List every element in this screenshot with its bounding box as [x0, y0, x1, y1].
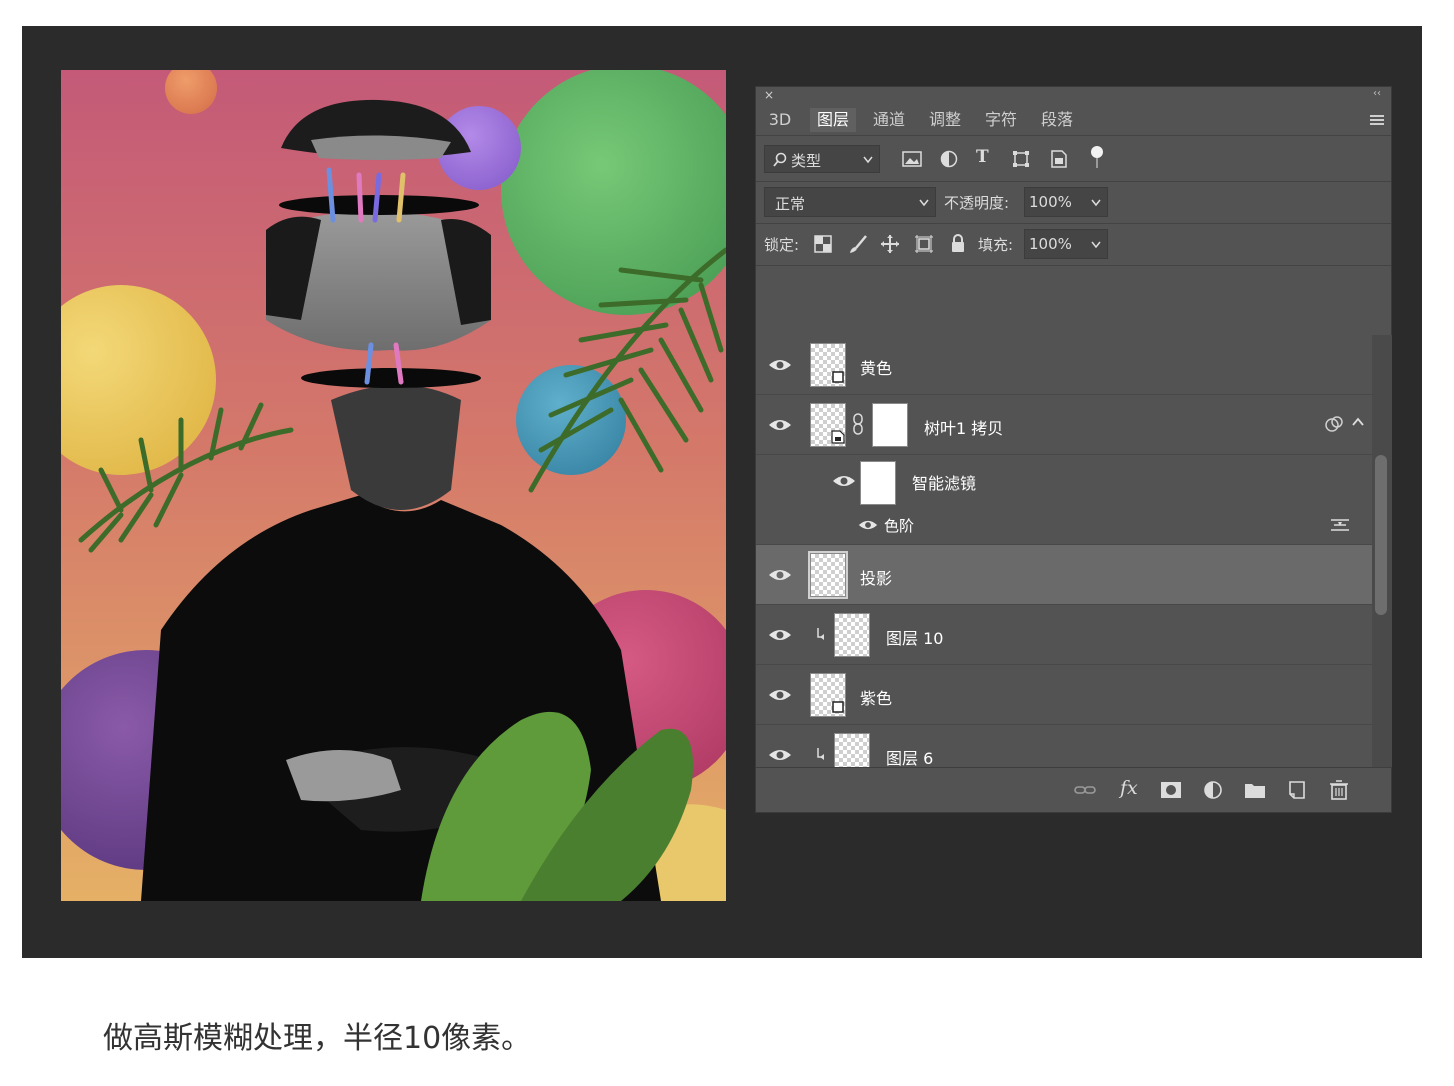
shape-filter-icon[interactable] [1012, 150, 1030, 168]
tab-paragraph[interactable]: 段落 [1034, 108, 1080, 132]
adjustment-layer-icon[interactable] [1202, 780, 1224, 800]
layer-row-shadow[interactable]: 投影 [756, 545, 1372, 605]
tab-3d[interactable]: 3D [760, 108, 800, 132]
type-filter-icon[interactable]: T [976, 147, 989, 167]
shape-layer-badge-icon [832, 701, 844, 713]
layer-name: 智能滤镜 [912, 474, 977, 493]
lock-row: 锁定: 填充: 100% [756, 223, 1391, 266]
layer-thumbnail [834, 613, 870, 657]
chevron-down-icon [1091, 199, 1101, 207]
panel-tabs: 3D 图层 通道 调整 字符 段落 [756, 105, 1391, 136]
chevron-down-icon [863, 156, 873, 164]
layer-row-purple[interactable]: 紫色 [756, 665, 1372, 725]
lock-image-pixels-icon[interactable] [848, 234, 868, 254]
smart-filters-row[interactable]: 智能滤镜 [756, 455, 1372, 507]
filter-kind-dropdown[interactable]: 类型 [764, 145, 880, 173]
new-layer-icon[interactable] [1286, 780, 1308, 800]
filter-kind-label: 类型 [791, 152, 822, 170]
tab-character[interactable]: 字符 [978, 108, 1024, 132]
artwork-canvas [61, 70, 726, 901]
delete-layer-icon[interactable] [1328, 780, 1350, 800]
layer-name: 图层 6 [886, 749, 934, 767]
close-panel-icon[interactable]: × [764, 87, 774, 103]
layers-scrollbar[interactable] [1372, 335, 1392, 767]
panel-footer: fx [756, 767, 1391, 812]
search-icon [773, 152, 787, 167]
visibility-eye-icon[interactable] [768, 688, 792, 702]
visibility-eye-icon[interactable] [768, 628, 792, 642]
fx-icon[interactable]: fx [1120, 777, 1138, 799]
blend-row: 正常 不透明度: 100% [756, 181, 1391, 224]
visibility-eye-icon[interactable] [768, 568, 792, 582]
layer-row-layer-6[interactable]: 图层 6 [756, 725, 1372, 767]
fill-label: 填充: [978, 236, 1014, 254]
layer-thumbnail [834, 733, 870, 767]
layer-name: 黄色 [860, 359, 893, 378]
panel-titlebar: × ‹‹ [756, 87, 1391, 103]
caption-text: 做高斯模糊处理，半径10像素。 [103, 1021, 532, 1056]
smart-filter-mask-thumbnail[interactable] [860, 461, 896, 505]
add-mask-icon[interactable] [1160, 780, 1182, 800]
layer-mask-thumbnail[interactable] [872, 403, 908, 447]
visibility-eye-icon[interactable] [832, 474, 856, 488]
filter-toggle-icon[interactable] [1090, 145, 1104, 171]
layer-name: 投影 [860, 569, 893, 588]
new-group-icon[interactable] [1244, 780, 1266, 800]
panel-menu-icon[interactable] [1369, 113, 1385, 127]
image-filter-icon[interactable] [902, 151, 922, 167]
smart-object-filter-icon[interactable] [1050, 149, 1068, 169]
smart-filter-indicator-icon [1325, 416, 1343, 432]
opacity-field[interactable]: 100% [1024, 187, 1108, 217]
chevron-down-icon [919, 199, 929, 207]
adjustment-filter-icon[interactable] [940, 150, 958, 168]
visibility-eye-icon[interactable] [768, 748, 792, 762]
layer-name: 紫色 [860, 689, 893, 708]
visibility-eye-icon[interactable] [768, 418, 792, 432]
lock-transparent-pixels-icon[interactable] [814, 235, 832, 253]
chevron-up-icon[interactable] [1352, 417, 1364, 427]
layer-name: 色阶 [884, 517, 915, 535]
tab-channels[interactable]: 通道 [866, 108, 912, 132]
blend-mode-dropdown[interactable]: 正常 [764, 187, 936, 217]
layer-row-layer-10[interactable]: 图层 10 [756, 605, 1372, 665]
layer-row-yellow[interactable]: 黄色 [756, 335, 1372, 395]
clipping-mask-arrow-icon [817, 628, 824, 640]
layers-list: 黄色 树叶1 拷贝 智能滤镜 色阶 投影 图层 10 紫色 图层 6 [756, 335, 1372, 767]
photoshop-screenshot: × ‹‹ 3D 图层 通道 调整 字符 段落 类型 T 正常 不透明度: 100… [22, 26, 1422, 958]
tab-layers[interactable]: 图层 [810, 108, 856, 132]
layer-name: 图层 10 [886, 629, 944, 648]
link-chain-icon[interactable] [852, 413, 864, 435]
fill-field[interactable]: 100% [1024, 229, 1108, 259]
chevron-down-icon [1091, 241, 1101, 249]
layer-row-leaf-copy[interactable]: 树叶1 拷贝 [756, 395, 1372, 455]
tab-adjustments[interactable]: 调整 [922, 108, 968, 132]
shape-layer-badge-icon [832, 371, 844, 383]
layer-name: 树叶1 拷贝 [924, 419, 1004, 438]
lock-all-icon[interactable] [950, 233, 966, 253]
lock-position-icon[interactable] [880, 234, 900, 254]
visibility-eye-icon[interactable] [768, 358, 792, 372]
opacity-value: 100% [1029, 193, 1072, 211]
scrollbar-thumb[interactable] [1375, 455, 1387, 615]
fill-value: 100% [1029, 235, 1072, 253]
visibility-eye-icon[interactable] [858, 519, 878, 531]
lock-artboard-icon[interactable] [914, 234, 934, 254]
clipping-mask-arrow-icon [817, 748, 824, 760]
smart-object-badge-icon [831, 430, 845, 444]
layer-thumbnail [808, 551, 848, 599]
layers-panel: × ‹‹ 3D 图层 通道 调整 字符 段落 类型 T 正常 不透明度: 100… [755, 86, 1392, 813]
link-layers-icon[interactable] [1074, 780, 1096, 800]
filter-options-icon[interactable] [1330, 517, 1350, 533]
blend-mode-value: 正常 [775, 195, 806, 213]
collapse-panel-icon[interactable]: ‹‹ [1373, 87, 1381, 101]
opacity-label: 不透明度: [944, 194, 1010, 212]
lock-label: 锁定: [764, 236, 800, 254]
filter-levels-row[interactable]: 色阶 [756, 507, 1372, 545]
filter-row: 类型 T [756, 137, 1391, 182]
